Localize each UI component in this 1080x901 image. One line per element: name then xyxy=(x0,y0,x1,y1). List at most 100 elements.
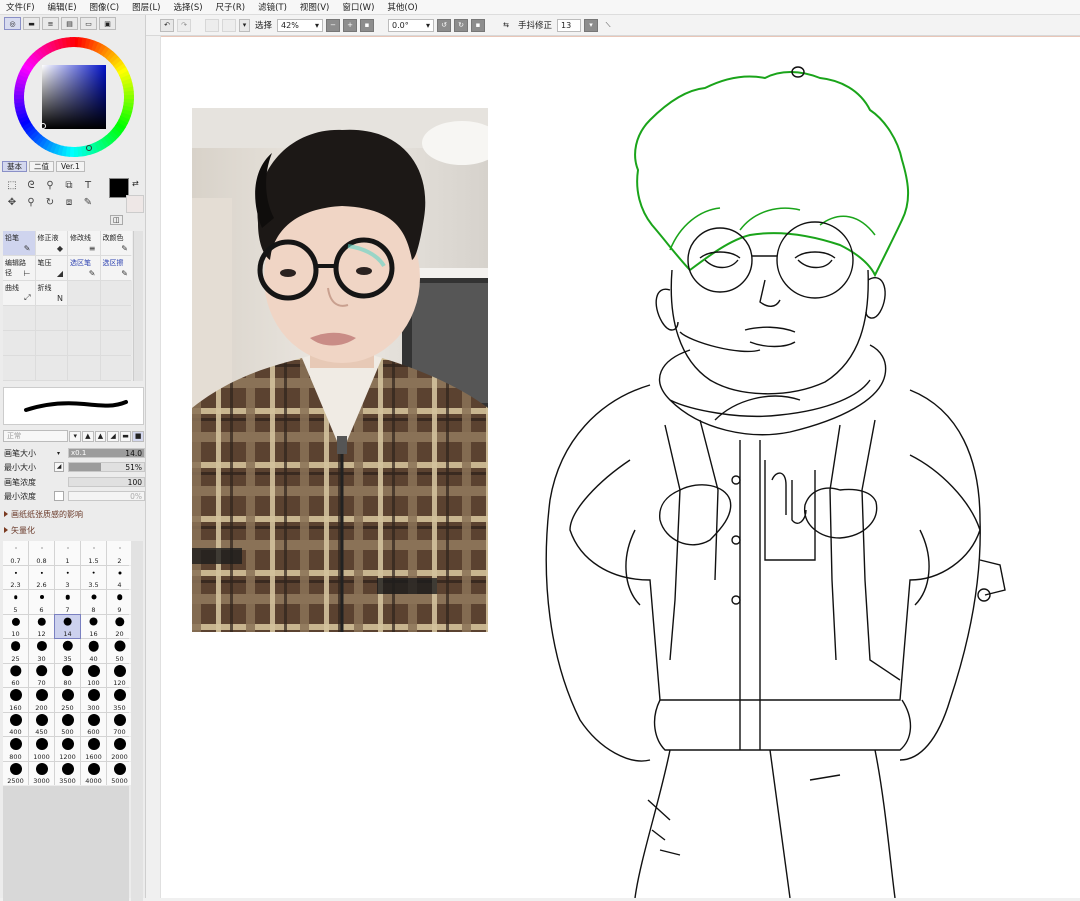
angle-select[interactable]: 0.0° ▾ xyxy=(388,18,435,32)
rotate-reset-button[interactable]: ▪ xyxy=(471,18,486,32)
size-preset[interactable]: 0.8 xyxy=(29,541,54,565)
size-preset[interactable]: 20 xyxy=(107,614,132,638)
size-preset[interactable]: 4 xyxy=(107,565,132,589)
swap-colors-icon[interactable]: ⇄ xyxy=(132,179,139,188)
menu-item[interactable]: 图像(C) xyxy=(90,1,120,13)
size-preset[interactable]: 1 xyxy=(55,541,80,565)
rgb-slider-tab-icon[interactable]: ▬ xyxy=(23,17,40,30)
selection-pen-icon[interactable]: ⧉ xyxy=(60,178,78,192)
size-mult-chevron-icon[interactable]: ▾ xyxy=(57,450,60,457)
brush-slot-empty[interactable] xyxy=(3,306,35,330)
paper-texture-section[interactable]: 画纸纸张质感的影响 xyxy=(4,509,83,520)
size-preset[interactable]: 70 xyxy=(29,663,54,687)
brush-slot-empty[interactable] xyxy=(35,356,67,380)
size-preset[interactable]: 25 xyxy=(3,639,28,663)
mode-basic-tab[interactable]: 基本 xyxy=(2,161,27,172)
rotate-left-button[interactable]: ↺ xyxy=(437,18,452,32)
size-preset[interactable]: 80 xyxy=(55,663,80,687)
color-wheel[interactable] xyxy=(13,36,135,158)
magic-wand-icon[interactable]: ⚲ xyxy=(41,178,59,192)
background-color-swatch[interactable] xyxy=(126,195,144,213)
stroke-line-icon[interactable]: ⟍ xyxy=(601,19,615,32)
brush-slot[interactable]: 选区笔 ✎ xyxy=(68,256,100,280)
rotate-icon[interactable]: ↻ xyxy=(41,195,59,209)
size-preset[interactable]: 700 xyxy=(107,712,132,736)
transparent-color-icon[interactable]: ◫ xyxy=(110,215,123,225)
size-preset[interactable]: 100 xyxy=(81,663,106,687)
size-preset[interactable]: 1200 xyxy=(55,737,80,761)
size-preset[interactable]: 350 xyxy=(107,688,132,712)
size-preset[interactable]: 2.3 xyxy=(3,565,28,589)
brush-slot[interactable]: 修正液 ◆ xyxy=(35,231,67,255)
size-preset[interactable]: 3.5 xyxy=(81,565,106,589)
size-preset[interactable]: 500 xyxy=(55,712,80,736)
size-preset[interactable]: 250 xyxy=(55,688,80,712)
dropdown-chevron-icon[interactable]: ▾ xyxy=(69,430,82,442)
pressure-density-checkbox[interactable] xyxy=(54,491,64,501)
move-icon[interactable]: ✥ xyxy=(3,195,21,209)
size-preset[interactable]: 400 xyxy=(3,712,28,736)
size-preset[interactable]: 5 xyxy=(3,590,28,614)
size-preset[interactable]: 1.5 xyxy=(81,541,106,565)
mode-ver-tab[interactable]: Ver.1 xyxy=(56,161,85,172)
size-preset[interactable]: 7 xyxy=(55,590,80,614)
stabilizer-chevron-icon[interactable]: ▾ xyxy=(584,18,599,32)
size-preset[interactable]: 60 xyxy=(3,663,28,687)
zoom-out-button[interactable]: − xyxy=(326,18,341,32)
size-preset[interactable]: 35 xyxy=(55,639,80,663)
size-preset[interactable]: 2.6 xyxy=(29,565,54,589)
min-density-slider[interactable]: 0% xyxy=(68,491,145,501)
menu-item[interactable]: 其他(O) xyxy=(387,1,417,13)
text-tool-icon[interactable]: T xyxy=(79,178,97,192)
tip-shape-3-icon[interactable]: ◢ xyxy=(107,430,119,442)
size-preset[interactable]: 3500 xyxy=(55,761,80,785)
color-wheel-tab-icon[interactable]: ◎ xyxy=(4,17,21,30)
zoom-select[interactable]: 42% ▾ xyxy=(277,18,324,32)
brush-slot-empty[interactable] xyxy=(68,356,100,380)
size-preset[interactable]: 600 xyxy=(81,712,106,736)
brush-slot-empty[interactable] xyxy=(100,306,132,330)
zoom-icon[interactable]: ⚲ xyxy=(22,195,40,209)
tip-shape-2-icon[interactable]: ▲ xyxy=(94,430,107,442)
menu-item[interactable]: 视图(V) xyxy=(300,1,329,13)
scratch-tab-icon[interactable]: ▣ xyxy=(99,17,116,30)
menu-item[interactable]: 选择(S) xyxy=(174,1,203,13)
brush-slot[interactable]: 铅笔 ✎ xyxy=(3,231,35,255)
size-preset[interactable]: 30 xyxy=(29,639,54,663)
size-preset[interactable]: 10 xyxy=(3,614,28,638)
brush-slot[interactable]: 选区擦 ✎ xyxy=(100,256,132,280)
size-preset[interactable]: 2 xyxy=(107,541,132,565)
menu-item[interactable]: 尺子(R) xyxy=(216,1,246,13)
size-preset[interactable]: 12 xyxy=(29,614,54,638)
brush-slot-empty[interactable] xyxy=(35,306,67,330)
canvas-vertical-scrollbar[interactable] xyxy=(146,36,161,898)
swatch-tab-icon[interactable]: ▤ xyxy=(61,17,78,30)
eyedropper-icon[interactable]: ✎ xyxy=(79,195,97,209)
hsv-slider-tab-icon[interactable]: ≡ xyxy=(42,17,59,30)
size-preset[interactable]: 160 xyxy=(3,688,28,712)
size-preset[interactable]: 2000 xyxy=(107,737,132,761)
brush-density-slider[interactable]: 100 xyxy=(68,477,145,487)
vectorize-section[interactable]: 矢量化 xyxy=(4,525,35,536)
brush-slot-empty[interactable] xyxy=(100,356,132,380)
menu-item[interactable]: 窗口(W) xyxy=(342,1,374,13)
flip-horizontal-icon[interactable]: ⇆ xyxy=(499,19,513,32)
menu-item[interactable]: 滤镜(T) xyxy=(258,1,287,13)
brush-slot[interactable]: 改颜色 ✎ xyxy=(100,231,132,255)
size-preset[interactable]: 40 xyxy=(81,639,106,663)
rect-select-icon[interactable]: ⬚ xyxy=(3,178,21,192)
brush-slot-empty[interactable] xyxy=(68,306,100,330)
brush-slot[interactable]: 修改线 ≡ xyxy=(68,231,100,255)
size-preset[interactable]: 5000 xyxy=(107,761,132,785)
tip-shape-1-icon[interactable]: ▲ xyxy=(82,430,94,442)
size-presets-scrollbar[interactable] xyxy=(131,541,143,901)
brush-grid-scrollbar[interactable] xyxy=(133,231,143,381)
menu-item[interactable]: 图层(L) xyxy=(132,1,160,13)
size-preset[interactable]: 3000 xyxy=(29,761,54,785)
deselect-icon[interactable] xyxy=(205,18,219,32)
selection-toggle-checkbox[interactable]: ▾ xyxy=(239,18,250,32)
pressure-size-icon[interactable]: ◢ xyxy=(54,462,64,472)
mix-tab-icon[interactable]: ▭ xyxy=(80,17,97,30)
size-preset[interactable]: 120 xyxy=(107,663,132,687)
size-preset[interactable]: 0.7 xyxy=(3,541,28,565)
